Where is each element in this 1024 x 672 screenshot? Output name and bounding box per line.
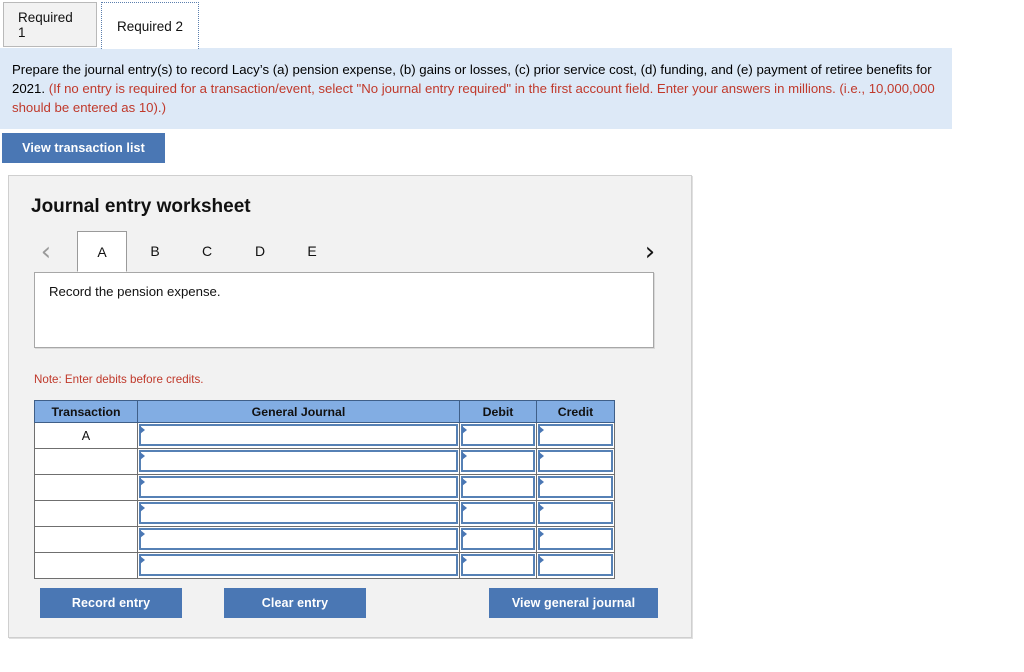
transaction-label-1 [34,448,138,475]
column-header-general-journal: General Journal [137,400,460,423]
chevron-right-icon[interactable]: › [637,235,663,269]
record-entry-label: Record entry [71,596,151,610]
required-tabstrip: Required 1 Required 2 [0,0,1024,50]
general-journal-cell-1 [137,448,460,475]
column-header-debit: Debit [459,400,537,423]
debit-cell-0 [459,422,537,449]
tab-required-2-label: Required 2 [116,18,184,34]
table-header-row: Transaction General Journal Debit Credit [34,400,615,423]
debit-input-2[interactable] [461,476,535,498]
credit-cell-2 [536,474,615,501]
chevron-left-icon[interactable]: ‹ [33,235,59,269]
debit-cell-3 [459,500,537,527]
clear-entry-label: Clear entry [261,596,329,610]
general-journal-cell-0 [137,422,460,449]
worksheet-letter-nav: ‹ A B C D E › [9,231,693,275]
credit-cell-5 [536,552,615,579]
debit-input-5[interactable] [461,554,535,576]
table-row [34,552,615,579]
letter-tab-b[interactable]: B [130,231,180,271]
general-journal-cell-2 [137,474,460,501]
transaction-label-2 [34,474,138,501]
tab-required-1[interactable]: Required 1 [3,2,97,47]
table-row [34,474,615,501]
general-journal-cell-5 [137,552,460,579]
debits-before-credits-note: Note: Enter debits before credits. [34,373,204,386]
general-journal-input-0[interactable] [139,424,458,446]
transaction-label-3 [34,500,138,527]
credit-input-1[interactable] [538,450,613,472]
view-transaction-list-label: View transaction list [22,141,145,155]
letter-tab-e[interactable]: E [287,231,337,271]
general-journal-cell-4 [137,526,460,553]
journal-entry-worksheet-panel: Journal entry worksheet ‹ A B C D E › Re… [8,175,692,638]
letter-tab-d-label: D [254,243,266,259]
credit-input-2[interactable] [538,476,613,498]
general-journal-input-5[interactable] [139,554,458,576]
worksheet-prompt-text: Record the pension expense. [49,284,221,299]
general-journal-input-1[interactable] [139,450,458,472]
worksheet-prompt-box: Record the pension expense. [34,272,654,348]
tab-required-1-label: Required 1 [18,9,73,40]
letter-tab-a-label: A [97,243,107,260]
general-journal-input-3[interactable] [139,502,458,524]
debit-cell-5 [459,552,537,579]
letter-tab-a[interactable]: A [77,231,127,272]
table-row [34,500,615,527]
debit-cell-4 [459,526,537,553]
tab-required-2[interactable]: Required 2 [101,2,199,49]
view-transaction-list-button[interactable]: View transaction list [2,133,165,163]
credit-cell-3 [536,500,615,527]
letter-tab-e-label: E [307,243,317,259]
table-row [34,448,615,475]
debit-cell-2 [459,474,537,501]
worksheet-title: Journal entry worksheet [31,196,251,217]
letter-tab-c-label: C [201,243,213,259]
debit-cell-1 [459,448,537,475]
debit-input-3[interactable] [461,502,535,524]
letter-tab-c[interactable]: C [182,231,232,271]
credit-input-3[interactable] [538,502,613,524]
letter-tab-d[interactable]: D [235,231,285,271]
debit-input-4[interactable] [461,528,535,550]
column-header-credit: Credit [536,400,615,423]
record-entry-button[interactable]: Record entry [40,588,182,618]
credit-input-5[interactable] [538,554,613,576]
table-row [34,526,615,553]
instruction-banner: Prepare the journal entry(s) to record L… [0,48,952,129]
letter-tab-b-label: B [150,243,160,259]
journal-entry-table-body: A [34,422,615,579]
debit-input-1[interactable] [461,450,535,472]
credit-input-4[interactable] [538,528,613,550]
view-general-journal-button[interactable]: View general journal [489,588,658,618]
general-journal-input-4[interactable] [139,528,458,550]
credit-cell-0 [536,422,615,449]
transaction-label-5 [34,552,138,579]
journal-entry-table: Transaction General Journal Debit Credit… [34,400,615,579]
general-journal-input-2[interactable] [139,476,458,498]
view-general-journal-label: View general journal [511,596,636,610]
column-header-transaction: Transaction [34,400,138,423]
credit-cell-1 [536,448,615,475]
transaction-label-0: A [34,422,138,449]
transaction-label-4 [34,526,138,553]
table-row: A [34,422,615,449]
instruction-note-red: (If no entry is required for a transacti… [12,81,935,115]
debit-input-0[interactable] [461,424,535,446]
credit-input-0[interactable] [538,424,613,446]
clear-entry-button[interactable]: Clear entry [224,588,366,618]
credit-cell-4 [536,526,615,553]
page-root: Required 1 Required 2 Prepare the journa… [0,0,1024,672]
general-journal-cell-3 [137,500,460,527]
